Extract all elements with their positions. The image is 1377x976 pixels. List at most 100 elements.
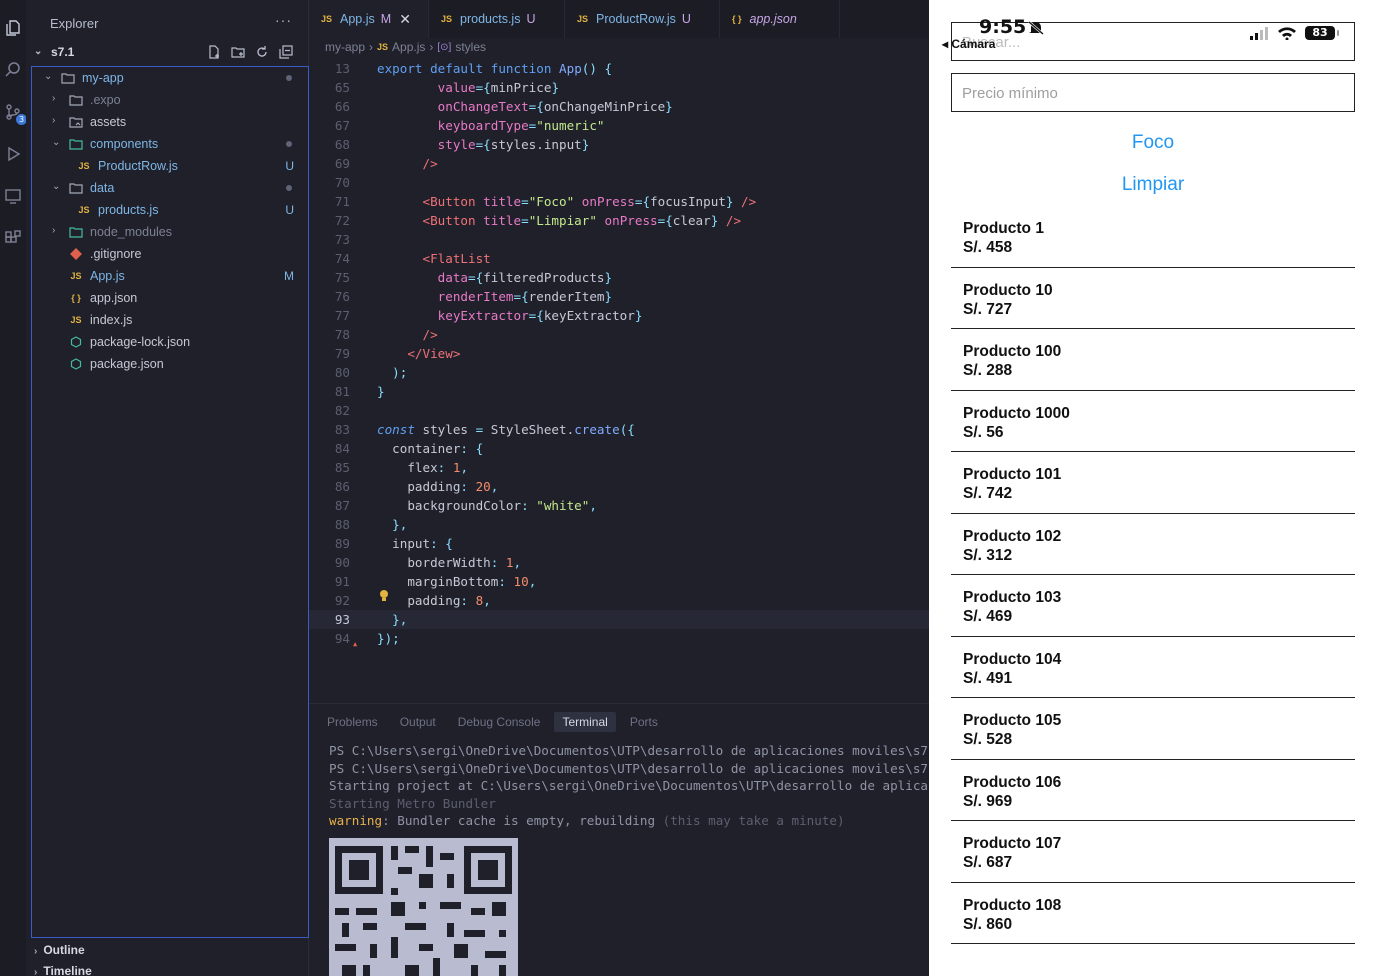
more-actions-button[interactable]: ··· xyxy=(275,12,292,28)
code-line: 91 marginBottom: 10, xyxy=(309,572,929,591)
line-number: 77 xyxy=(334,308,350,323)
product-name: Producto 106 xyxy=(963,773,1062,791)
clear-button[interactable]: Limpiar xyxy=(951,174,1355,196)
tab-app-js[interactable]: JS App.js M ✕ xyxy=(309,0,429,38)
tree-item-data[interactable]: ⌄ data xyxy=(32,177,308,199)
focus-button[interactable]: Foco xyxy=(951,132,1355,154)
line-number: 93 xyxy=(334,612,350,627)
list-item[interactable]: Producto 103 S/. 469 xyxy=(951,575,1355,637)
folder-node-icon xyxy=(68,225,84,239)
tab-status: U xyxy=(681,12,691,26)
code-line: 90 borderWidth: 1, xyxy=(309,553,929,572)
product-name: Producto 105 xyxy=(963,712,1062,729)
tab-app-json[interactable]: { } app.json xyxy=(720,0,840,38)
line-number: 74 xyxy=(334,251,350,266)
outline-section[interactable]: › Outline xyxy=(34,943,85,957)
line-number: 13 xyxy=(334,61,350,76)
javascript-file-icon: JS xyxy=(70,271,82,281)
chevron-right-icon: › xyxy=(34,967,38,976)
source-control-icon[interactable]: 3 xyxy=(3,102,27,125)
line-number: 82 xyxy=(334,403,350,418)
tree-item-package-lock[interactable]: package-lock.json xyxy=(32,331,308,353)
tree-item-label: .expo xyxy=(90,93,121,107)
tree-item-assets[interactable]: › assets xyxy=(32,111,308,133)
tab-ports[interactable]: Ports xyxy=(622,712,666,732)
tree-item-app-json[interactable]: { } app.json xyxy=(32,287,308,309)
line-number: 75 xyxy=(334,270,350,285)
explorer-icon[interactable] xyxy=(3,18,23,38)
list-item[interactable]: Producto 106 S/. 969 xyxy=(951,760,1355,821)
refresh-icon[interactable] xyxy=(254,44,270,60)
search-icon[interactable] xyxy=(3,60,23,80)
tree-item-productrow[interactable]: JS ProductRow.js U xyxy=(32,155,308,177)
tree-item-products[interactable]: JS products.js U xyxy=(32,199,308,221)
list-item[interactable]: Producto 108 S/. 860 xyxy=(951,883,1355,944)
min-price-input[interactable]: Precio mínimo xyxy=(951,73,1355,112)
remote-explorer-icon[interactable] xyxy=(3,186,23,206)
tree-item-label: App.js xyxy=(90,269,125,283)
tree-item-node-modules[interactable]: › node_modules xyxy=(32,221,308,243)
tree-item-components[interactable]: ⌄ components xyxy=(32,133,308,155)
tab-productrow-js[interactable]: JS ProductRow.js U xyxy=(565,0,720,38)
tab-terminal[interactable]: Terminal xyxy=(554,712,616,732)
tree-item-app-js[interactable]: JS App.js M xyxy=(32,265,308,287)
close-icon[interactable]: ✕ xyxy=(399,11,411,28)
folder-open-icon xyxy=(60,71,76,85)
signal-icon xyxy=(1250,27,1268,40)
npm-package-icon xyxy=(68,335,84,349)
tab-output[interactable]: Output xyxy=(392,712,444,732)
list-item[interactable]: Producto 104 S/. 491 xyxy=(951,637,1355,698)
product-price: S/. 860 xyxy=(963,915,1013,933)
list-item[interactable]: Producto 1000 S/. 56 xyxy=(951,391,1355,452)
line-number: 85 xyxy=(334,460,350,475)
tab-status: U xyxy=(526,12,536,26)
list-item[interactable]: Producto 102 S/. 312 xyxy=(951,514,1355,575)
new-folder-icon[interactable] xyxy=(230,44,246,60)
list-item[interactable]: Producto 105 S/. 528 xyxy=(951,698,1355,760)
product-price: S/. 312 xyxy=(963,546,1013,564)
line-number: 69 xyxy=(334,156,350,171)
terminal-line: Starting project at C:\Users\sergi\OneDr… xyxy=(329,778,929,793)
tree-item-package-json[interactable]: package.json xyxy=(32,353,308,375)
timeline-section[interactable]: › Timeline xyxy=(34,964,92,976)
product-name: Producto 104 xyxy=(963,650,1062,668)
breadcrumb-symbol[interactable]: styles xyxy=(455,40,486,54)
extensions-icon[interactable] xyxy=(3,228,23,248)
tree-item-expo[interactable]: › .expo xyxy=(32,89,308,111)
tab-products-js[interactable]: JS products.js U xyxy=(429,0,565,38)
line-number: 70 xyxy=(334,175,350,190)
lightbulb-icon[interactable] xyxy=(378,589,390,603)
tree-item-my-app[interactable]: ⌄ my-app xyxy=(32,67,308,89)
back-to-camera[interactable]: ◂ Cámara xyxy=(942,37,995,51)
phone-preview: Buscar... 9:55 ◂ Cámara 83 Precio mínimo… xyxy=(929,0,1377,976)
chevron-right-icon: › xyxy=(429,40,434,54)
tree-item-index-js[interactable]: JS index.js xyxy=(32,309,308,331)
collapse-all-icon[interactable] xyxy=(278,44,294,60)
tab-debug-console[interactable]: Debug Console xyxy=(450,712,549,732)
status-icons: 83 xyxy=(1249,26,1339,40)
chevron-right-icon: › xyxy=(52,115,56,126)
git-status: U xyxy=(285,159,294,173)
product-price: S/. 528 xyxy=(963,731,1013,748)
line-number: 86 xyxy=(334,479,350,494)
breadcrumb-folder[interactable]: my-app xyxy=(325,40,365,54)
run-debug-icon[interactable] xyxy=(3,144,23,164)
npm-package-icon xyxy=(68,357,84,371)
list-item[interactable]: Producto 101 S/. 742 xyxy=(951,452,1355,514)
list-item[interactable]: Producto 100 S/. 288 xyxy=(951,329,1355,391)
tree-item-gitignore[interactable]: .gitignore xyxy=(32,243,308,265)
tree-item-label: products.js xyxy=(98,203,159,217)
warning-label: warning xyxy=(329,813,383,828)
code-line: 84 container: { xyxy=(309,439,929,458)
list-item[interactable]: Producto 10 S/. 727 xyxy=(951,268,1355,329)
code-line: 83 const styles = StyleSheet.create({ xyxy=(309,420,929,439)
terminal-line: PS C:\Users\sergi\OneDrive\Documentos\UT… xyxy=(329,743,929,758)
product-list[interactable]: Producto 1 S/. 458 Producto 10 S/. 727 Pro… xyxy=(951,206,1355,944)
breadcrumb-file[interactable]: App.js xyxy=(392,40,425,54)
tab-problems[interactable]: Problems xyxy=(319,712,386,732)
list-item[interactable]: Producto 1 S/. 458 xyxy=(951,206,1355,268)
new-file-icon[interactable] xyxy=(206,44,222,60)
list-item[interactable]: Producto 107 S/. 687 xyxy=(951,821,1355,883)
explorer-title: Explorer xyxy=(50,16,99,31)
terminal-output[interactable]: PS C:\Users\sergi\OneDrive\Documentos\UT… xyxy=(329,742,929,830)
